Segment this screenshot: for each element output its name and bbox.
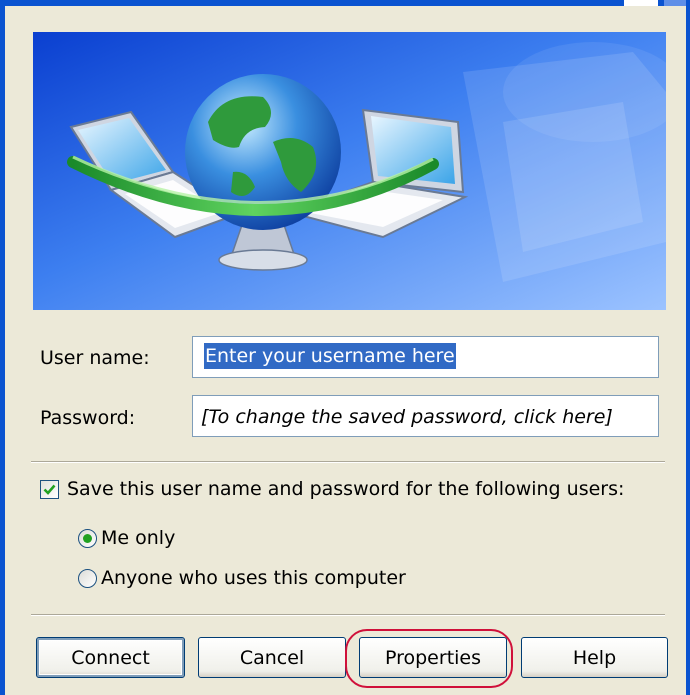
cancel-button[interactable]: Cancel — [198, 637, 346, 678]
properties-button[interactable]: Properties — [359, 637, 507, 678]
network-banner-image — [33, 32, 666, 310]
window-left-border — [0, 0, 5, 695]
network-connection-illustration — [33, 32, 666, 310]
title-bar-control-edge — [624, 0, 658, 6]
password-input[interactable]: [To change the saved password, click her… — [192, 395, 659, 437]
window-title-bar-edge — [0, 0, 690, 6]
username-label: User name: — [40, 347, 150, 369]
radio-me-only-label: Me only — [101, 527, 176, 549]
radio-dot-icon — [83, 534, 92, 543]
title-bar-control-edge-2 — [664, 0, 688, 6]
radio-anyone[interactable] — [78, 569, 97, 588]
radio-me-only[interactable] — [78, 529, 97, 548]
save-credentials-label: Save this user name and password for the… — [67, 478, 625, 500]
checkmark-icon — [43, 484, 56, 495]
help-button[interactable]: Help — [521, 637, 668, 678]
save-credentials-checkbox[interactable] — [40, 480, 59, 499]
password-label: Password: — [40, 407, 136, 429]
username-input[interactable]: Enter your username here — [192, 336, 659, 378]
username-value: Enter your username here — [204, 343, 456, 369]
separator-bottom — [31, 614, 665, 616]
connect-button[interactable]: Connect — [36, 637, 185, 678]
connect-dialog: User name: Enter your username here Pass… — [0, 0, 690, 695]
radio-anyone-label: Anyone who uses this computer — [101, 567, 406, 589]
separator-top — [31, 461, 665, 463]
window-right-border — [686, 0, 690, 695]
password-hint: [To change the saved password, click her… — [201, 406, 613, 428]
